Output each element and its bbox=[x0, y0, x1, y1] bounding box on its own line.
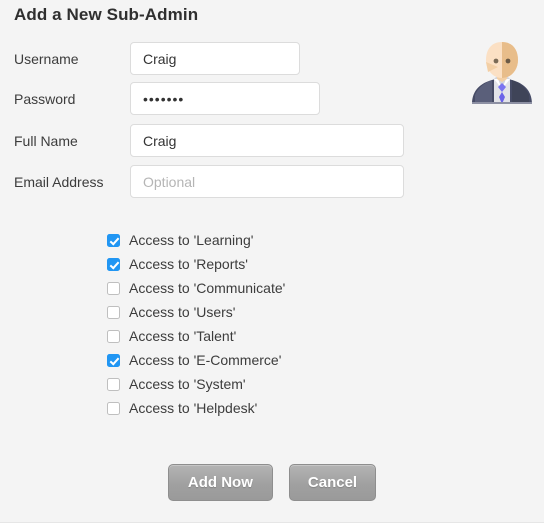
username-input[interactable] bbox=[130, 42, 300, 75]
permission-label: Access to 'Users' bbox=[129, 304, 236, 320]
email-input[interactable] bbox=[130, 165, 404, 198]
label-username: Username bbox=[14, 51, 79, 67]
password-input[interactable] bbox=[130, 82, 320, 115]
label-password: Password bbox=[14, 91, 76, 107]
permission-item-users[interactable]: Access to 'Users' bbox=[107, 300, 437, 324]
checkbox-ecommerce-icon[interactable] bbox=[107, 353, 120, 367]
label-email: Email Address bbox=[14, 174, 104, 190]
form-row-email: Email Address bbox=[0, 165, 544, 206]
permission-item-talent[interactable]: Access to 'Talent' bbox=[107, 324, 437, 348]
permission-label: Access to 'E-Commerce' bbox=[129, 352, 282, 368]
add-now-button[interactable]: Add Now bbox=[167, 464, 273, 501]
cancel-button[interactable]: Cancel bbox=[288, 464, 377, 501]
checkbox-reports-icon[interactable] bbox=[107, 257, 120, 271]
checkbox-talent-icon[interactable] bbox=[107, 329, 120, 343]
form-row-fullname: Full Name bbox=[0, 124, 544, 165]
permission-label: Access to 'Reports' bbox=[129, 256, 248, 272]
sub-admin-form-page: Add a New Sub-Admin Username Craig Passw… bbox=[0, 0, 544, 523]
form-actions: Add Now Cancel bbox=[0, 464, 544, 501]
checkbox-system-icon[interactable] bbox=[107, 377, 120, 391]
checkbox-helpdesk-icon[interactable] bbox=[107, 401, 120, 415]
permission-item-communicate[interactable]: Access to 'Communicate' bbox=[107, 276, 437, 300]
page-title: Add a New Sub-Admin bbox=[14, 5, 199, 24]
permission-label: Access to 'Communicate' bbox=[129, 280, 286, 296]
permission-label: Access to 'System' bbox=[129, 376, 246, 392]
checkbox-communicate-icon[interactable] bbox=[107, 281, 120, 295]
checkbox-users-icon[interactable] bbox=[107, 305, 120, 319]
permission-item-learning[interactable]: Access to 'Learning' bbox=[107, 228, 437, 252]
permission-item-reports[interactable]: Access to 'Reports' bbox=[107, 252, 437, 276]
permission-item-helpdesk[interactable]: Access to 'Helpdesk' bbox=[107, 396, 437, 420]
checkbox-learning-icon[interactable] bbox=[107, 233, 120, 247]
label-fullname: Full Name bbox=[14, 133, 78, 149]
permission-item-system[interactable]: Access to 'System' bbox=[107, 372, 437, 396]
permissions-list: Access to 'Learning' Access to 'Reports'… bbox=[107, 228, 437, 420]
permission-label: Access to 'Talent' bbox=[129, 328, 237, 344]
form-row-password: Password bbox=[0, 82, 544, 123]
fullname-input[interactable] bbox=[130, 124, 404, 157]
permission-item-ecommerce[interactable]: Access to 'E-Commerce' bbox=[107, 348, 437, 372]
permission-label: Access to 'Helpdesk' bbox=[129, 400, 258, 416]
form-row-username: Username bbox=[0, 42, 544, 83]
permission-label: Access to 'Learning' bbox=[129, 232, 254, 248]
